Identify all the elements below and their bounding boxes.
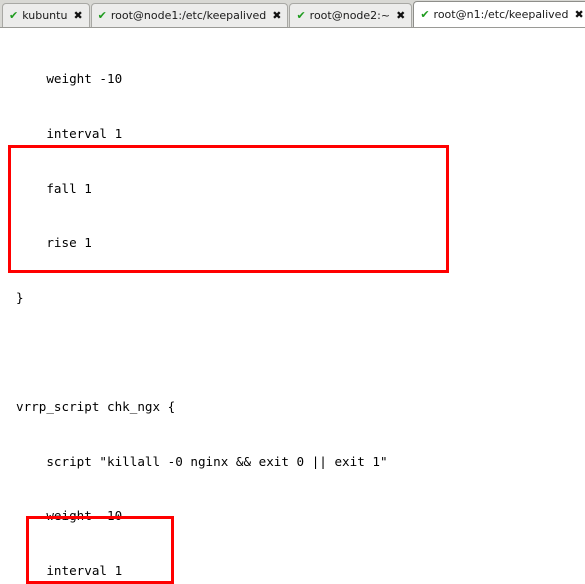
terminal-line: weight -10 [16,71,123,87]
tab-label: root@n1:/etc/keepalived [433,8,569,21]
terminal-line: interval 1 [16,126,123,141]
terminal-line: weight -10 [16,508,123,524]
check-icon: ✔ [9,9,19,22]
close-icon[interactable]: ✖ [73,10,82,21]
tab-label: kubuntu [22,9,68,22]
terminal-output[interactable]: weight -10 interval 1 fall 1 rise 1 } vr… [0,28,585,584]
check-icon: ✔ [296,9,306,22]
check-icon: ✔ [97,9,107,22]
tab-kubuntu[interactable]: ✔ kubuntu ✖ [2,3,90,27]
close-icon[interactable]: ✖ [574,9,583,20]
terminal-line: fall 1 [16,180,92,196]
tab-root-n1-etc-keepalived[interactable]: ✔ root@n1:/etc/keepalived ✖ [413,1,585,27]
tab-label: root@node2:~ [309,9,391,22]
terminal-line: vrrp_script chk_ngx { [16,398,176,414]
highlight-box-chk-ngx [8,145,449,273]
tab-bar: ✔ kubuntu ✖ ✔ root@node1:/etc/keepalived… [0,0,585,28]
check-icon: ✔ [420,8,430,21]
tab-label: root@node1:/etc/keepalived [110,9,267,22]
terminal-line: rise 1 [16,235,92,251]
tab-root-node2-home[interactable]: ✔ root@node2:~ ✖ [289,3,413,27]
terminal-line: interval 1 [16,562,123,578]
terminal-line: script "killall -0 nginx && exit 0 || ex… [16,453,388,469]
close-icon[interactable]: ✖ [272,10,281,21]
terminal-line: } [16,289,24,305]
tab-root-node1-etc-keepalived[interactable]: ✔ root@node1:/etc/keepalived ✖ [90,3,289,27]
close-icon[interactable]: ✖ [396,10,405,21]
